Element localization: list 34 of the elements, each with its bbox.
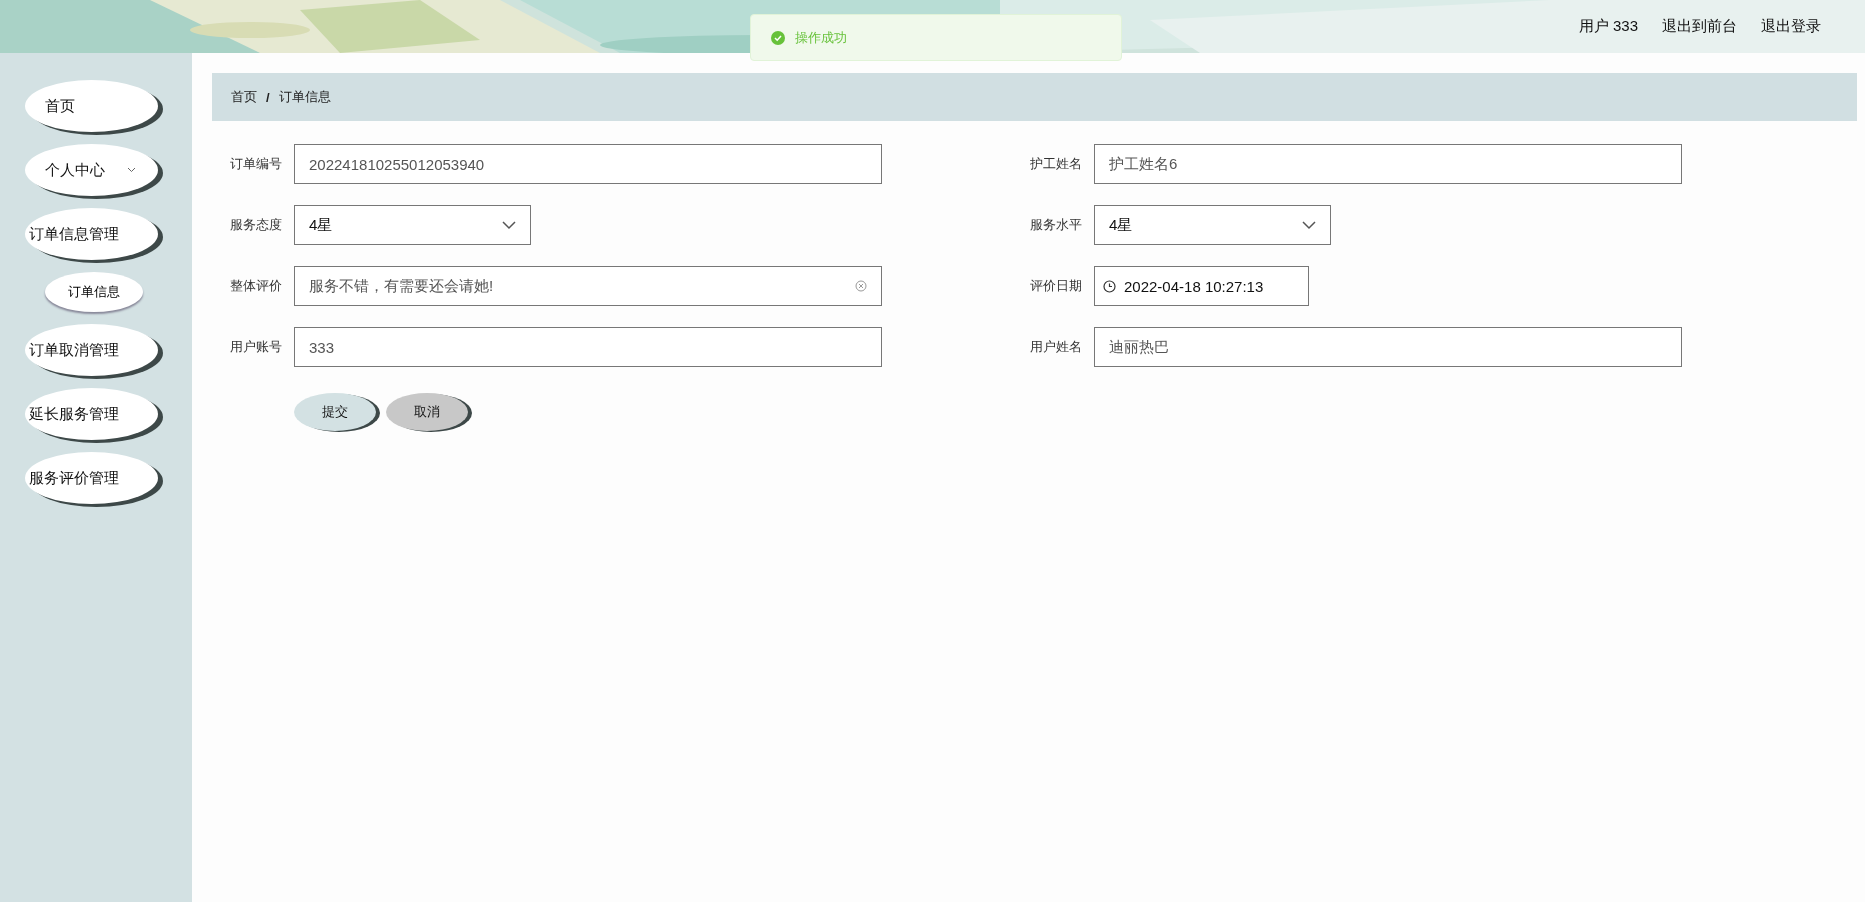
field-label: 服务态度 (229, 216, 282, 234)
header-link[interactable]: 退出登录 (1761, 17, 1821, 36)
cancel-button[interactable]: 取消 (386, 393, 468, 431)
text-field[interactable]: 202241810255012053940 (294, 144, 882, 184)
field-value: 服务不错，有需要还会请她! (309, 276, 495, 296)
breadcrumb-item[interactable]: 首页 (231, 88, 257, 106)
field-label: 用户账号 (229, 338, 282, 356)
field-label: 护工姓名 (1029, 155, 1082, 173)
clock-icon (1103, 279, 1116, 293)
chevron-down-icon (502, 220, 516, 230)
field-label: 整体评价 (229, 277, 282, 295)
header-link[interactable]: 退出到前台 (1662, 17, 1737, 36)
toast-text: 操作成功 (795, 28, 847, 47)
field-label: 评价日期 (1029, 277, 1082, 295)
field-label: 订单编号 (229, 155, 282, 173)
text-field[interactable]: 迪丽热巴 (1094, 327, 1682, 367)
breadcrumb-item: 订单信息 (278, 88, 331, 106)
chevron-down-icon (1302, 220, 1316, 230)
select-field[interactable]: 4星 (294, 205, 531, 245)
header-link[interactable]: 用户 333 (1578, 17, 1638, 36)
submit-button[interactable]: 提交 (294, 393, 376, 431)
text-field[interactable]: 333 (294, 327, 882, 367)
text-field[interactable]: 护工姓名6 (1094, 144, 1682, 184)
check-circle-icon (771, 30, 785, 45)
select-field[interactable]: 4星 (1094, 205, 1331, 245)
text-field[interactable]: 服务不错，有需要还会请她! (294, 266, 882, 306)
field-label: 服务水平 (1029, 216, 1082, 234)
field-label: 用户姓名 (1029, 338, 1082, 356)
field-value: 2022-04-18 10:27:13 (1124, 277, 1265, 295)
breadcrumb-separator: / (266, 89, 270, 105)
date-field[interactable]: 2022-04-18 10:27:13 (1094, 266, 1309, 306)
chevron-down-icon (127, 167, 136, 173)
sidebar-subitem[interactable]: 订单信息 (45, 272, 143, 312)
clear-icon[interactable] (855, 280, 867, 292)
